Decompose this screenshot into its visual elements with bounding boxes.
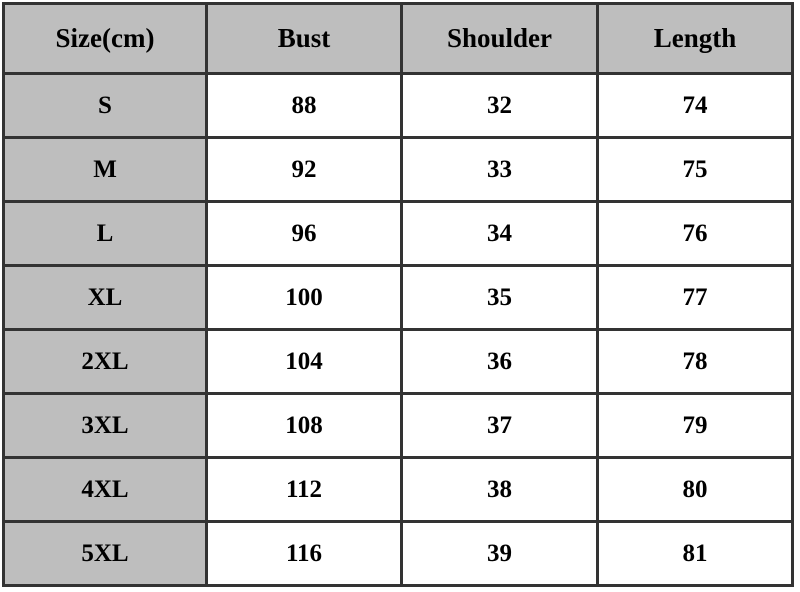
table-body: S 88 32 74 M 92 33 75 L 96 34 76 XL 100 … xyxy=(2,72,794,587)
column-header-shoulder: Shoulder xyxy=(400,2,599,75)
table-row: M 92 33 75 xyxy=(2,136,794,203)
size-chart-container: Size(cm) Bust Shoulder Length S 88 32 74… xyxy=(2,2,794,587)
cell-shoulder: 35 xyxy=(400,264,599,331)
cell-bust: 108 xyxy=(205,392,403,459)
cell-shoulder: 36 xyxy=(400,328,599,395)
cell-length: 75 xyxy=(596,136,794,203)
cell-size: 5XL xyxy=(2,520,208,587)
column-header-length: Length xyxy=(596,2,794,75)
cell-size: M xyxy=(2,136,208,203)
cell-length: 80 xyxy=(596,456,794,523)
table-row: XL 100 35 77 xyxy=(2,264,794,331)
cell-bust: 112 xyxy=(205,456,403,523)
cell-bust: 104 xyxy=(205,328,403,395)
cell-size: 3XL xyxy=(2,392,208,459)
cell-size: 2XL xyxy=(2,328,208,395)
column-header-size: Size(cm) xyxy=(2,2,208,75)
table-row: 3XL 108 37 79 xyxy=(2,392,794,459)
cell-bust: 96 xyxy=(205,200,403,267)
cell-shoulder: 34 xyxy=(400,200,599,267)
table-row: S 88 32 74 xyxy=(2,72,794,139)
cell-length: 81 xyxy=(596,520,794,587)
cell-length: 76 xyxy=(596,200,794,267)
table-header-row: Size(cm) Bust Shoulder Length xyxy=(2,2,794,75)
cell-length: 77 xyxy=(596,264,794,331)
table-row: 2XL 104 36 78 xyxy=(2,328,794,395)
cell-bust: 92 xyxy=(205,136,403,203)
cell-size: XL xyxy=(2,264,208,331)
table-row: 4XL 112 38 80 xyxy=(2,456,794,523)
table-header: Size(cm) Bust Shoulder Length xyxy=(2,2,794,75)
cell-bust: 116 xyxy=(205,520,403,587)
cell-length: 79 xyxy=(596,392,794,459)
cell-shoulder: 39 xyxy=(400,520,599,587)
cell-size: 4XL xyxy=(2,456,208,523)
size-chart-table: Size(cm) Bust Shoulder Length S 88 32 74… xyxy=(2,2,794,587)
cell-shoulder: 37 xyxy=(400,392,599,459)
cell-length: 74 xyxy=(596,72,794,139)
table-row: 5XL 116 39 81 xyxy=(2,520,794,587)
cell-bust: 100 xyxy=(205,264,403,331)
cell-shoulder: 38 xyxy=(400,456,599,523)
cell-length: 78 xyxy=(596,328,794,395)
table-row: L 96 34 76 xyxy=(2,200,794,267)
cell-size: L xyxy=(2,200,208,267)
column-header-bust: Bust xyxy=(205,2,403,75)
cell-size: S xyxy=(2,72,208,139)
cell-shoulder: 33 xyxy=(400,136,599,203)
cell-shoulder: 32 xyxy=(400,72,599,139)
cell-bust: 88 xyxy=(205,72,403,139)
